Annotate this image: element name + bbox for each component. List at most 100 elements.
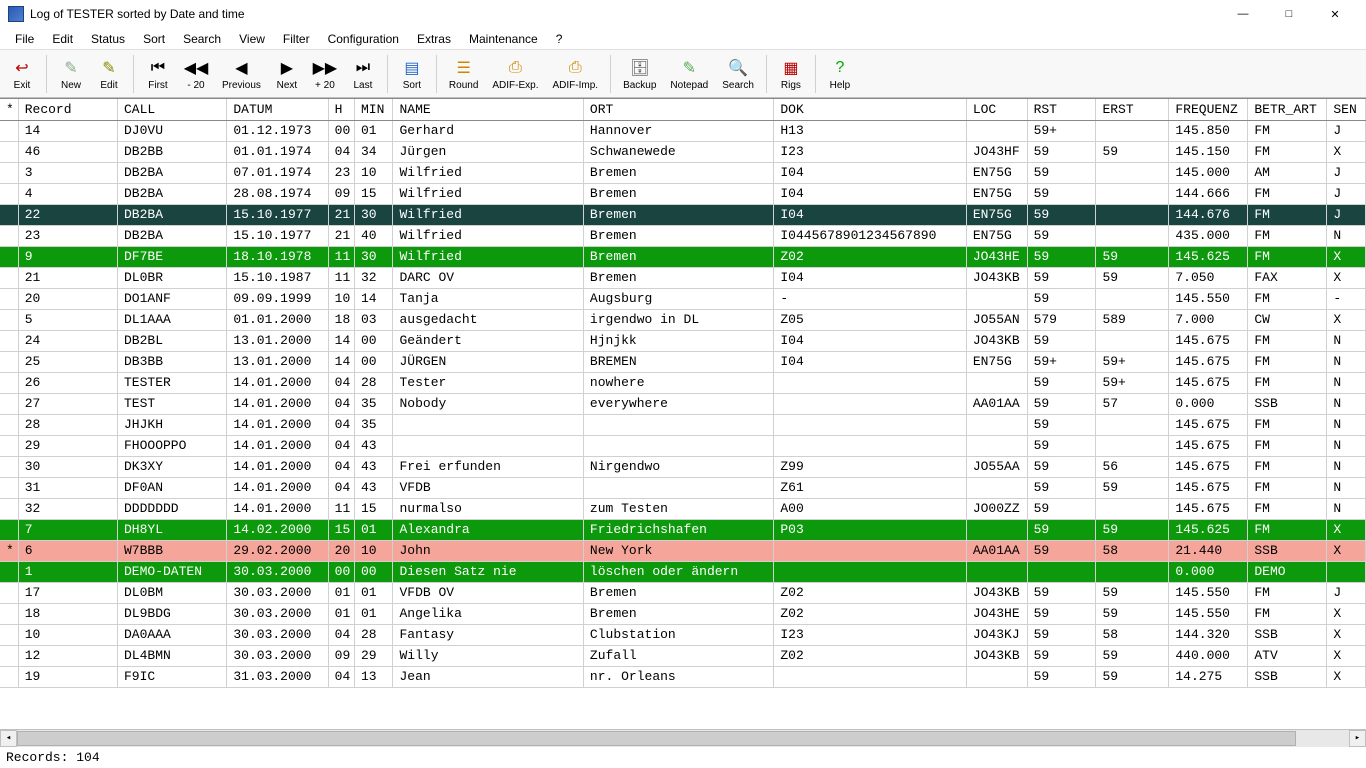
table-row[interactable]: 46DB2BB01.01.19740434JürgenSchwanewedeI2…	[0, 141, 1366, 162]
cell-loc	[966, 519, 1027, 540]
col-header-[interactable]: *	[0, 99, 18, 120]
menu-maintenance[interactable]: Maintenance	[460, 30, 547, 48]
col-header-h[interactable]: H	[328, 99, 354, 120]
toolbar-exit[interactable]: ↩Exit	[4, 54, 40, 93]
cell-min: 40	[355, 225, 393, 246]
table-row[interactable]: 10DA0AAA30.03.20000428FantasyClubstation…	[0, 624, 1366, 645]
horizontal-scrollbar[interactable]: ◂ ▸	[0, 729, 1366, 746]
data-grid[interactable]: *RecordCALLDATUMHMINNAMEORTDOKLOCRSTERST…	[0, 98, 1366, 729]
col-header-erst[interactable]: ERST	[1096, 99, 1169, 120]
table-row[interactable]: 21DL0BR15.10.19871132DARC OVBremenI04JO4…	[0, 267, 1366, 288]
col-header-record[interactable]: Record	[18, 99, 117, 120]
toolbar-first[interactable]: ⏮First	[140, 54, 176, 93]
col-header-sen[interactable]: SEN	[1327, 99, 1366, 120]
toolbar-edit[interactable]: ✎Edit	[91, 54, 127, 93]
menu-configuration[interactable]: Configuration	[319, 30, 408, 48]
col-header-min[interactable]: MIN	[355, 99, 393, 120]
menu-extras[interactable]: Extras	[408, 30, 460, 48]
col-header-frequenz[interactable]: FREQUENZ	[1169, 99, 1248, 120]
toolbar-backup[interactable]: 🗄Backup	[617, 54, 662, 93]
col-header-call[interactable]: CALL	[117, 99, 226, 120]
cell-min: 00	[355, 330, 393, 351]
table-row[interactable]: 28JHJKH14.01.2000043559145.675FMN	[0, 414, 1366, 435]
table-row[interactable]: 29FHOOOPPO14.01.2000044359145.675FMN	[0, 435, 1366, 456]
table-header-row[interactable]: *RecordCALLDATUMHMINNAMEORTDOKLOCRSTERST…	[0, 99, 1366, 120]
col-header-dok[interactable]: DOK	[774, 99, 966, 120]
table-row[interactable]: 7DH8YL14.02.20001501AlexandraFriedrichsh…	[0, 519, 1366, 540]
cell-freq: 145.625	[1169, 246, 1248, 267]
titlebar: Log of TESTER sorted by Date and time ― …	[0, 0, 1366, 28]
toolbar-20[interactable]: ◀◀- 20	[178, 54, 214, 93]
toolbar-last[interactable]: ⏭Last	[345, 54, 381, 93]
menu-view[interactable]: View	[230, 30, 274, 48]
toolbar-adifimp[interactable]: ⎙ADIF-Imp.	[547, 54, 605, 93]
table-row[interactable]: 5DL1AAA01.01.20001803ausgedachtirgendwo …	[0, 309, 1366, 330]
col-header-ort[interactable]: ORT	[583, 99, 773, 120]
table-row[interactable]: 25DB3BB13.01.20001400JÜRGENBREMENI04EN75…	[0, 351, 1366, 372]
table-row[interactable]: 4DB2BA28.08.19740915WilfriedBremenI04EN7…	[0, 183, 1366, 204]
table-row[interactable]: 18DL9BDG30.03.20000101AngelikaBremenZ02J…	[0, 603, 1366, 624]
cell-rst: 59	[1027, 267, 1096, 288]
toolbar-help[interactable]: ?Help	[822, 54, 858, 93]
toolbar-search[interactable]: 🔍Search	[716, 54, 760, 93]
toolbar-round[interactable]: ☰Round	[443, 54, 484, 93]
menu-file[interactable]: File	[6, 30, 43, 48]
toolbar-rigs[interactable]: ▦Rigs	[773, 54, 809, 93]
scroll-left-button[interactable]: ◂	[0, 730, 17, 747]
cell-m	[0, 414, 18, 435]
toolbar-20[interactable]: ▶▶+ 20	[307, 54, 343, 93]
table-row[interactable]: 14DJ0VU01.12.19730001GerhardHannoverH135…	[0, 120, 1366, 141]
menu-filter[interactable]: Filter	[274, 30, 319, 48]
toolbar-notepad[interactable]: ✎Notepad	[664, 54, 714, 93]
cell-betr: FAX	[1248, 267, 1327, 288]
col-header-betrart[interactable]: BETR_ART	[1248, 99, 1327, 120]
table-row[interactable]: 24DB2BL13.01.20001400GeändertHjnjkkI04JO…	[0, 330, 1366, 351]
menu-[interactable]: ?	[547, 30, 572, 48]
cell-rec: 3	[18, 162, 117, 183]
minimize-button[interactable]: ―	[1220, 0, 1266, 28]
toolbar-next[interactable]: ▶Next	[269, 54, 305, 93]
table-row[interactable]: 31DF0AN14.01.20000443VFDBZ615959145.675F…	[0, 477, 1366, 498]
col-header-rst[interactable]: RST	[1027, 99, 1096, 120]
cell-h: 04	[328, 624, 354, 645]
table-row[interactable]: 19F9IC31.03.20000413Jeannr. Orleans59591…	[0, 666, 1366, 687]
table-row[interactable]: 23DB2BA15.10.19772140WilfriedBremenI0445…	[0, 225, 1366, 246]
col-header-name[interactable]: NAME	[393, 99, 583, 120]
menu-status[interactable]: Status	[82, 30, 134, 48]
col-header-loc[interactable]: LOC	[966, 99, 1027, 120]
toolbar-new[interactable]: ✎New	[53, 54, 89, 93]
close-button[interactable]: ✕	[1312, 0, 1358, 28]
cell-ort: Bremen	[583, 582, 773, 603]
menu-search[interactable]: Search	[174, 30, 230, 48]
cell-m	[0, 288, 18, 309]
cell-dat: 28.08.1974	[227, 183, 328, 204]
col-header-datum[interactable]: DATUM	[227, 99, 328, 120]
table-row[interactable]: 26TESTER14.01.20000428Testernowhere5959+…	[0, 372, 1366, 393]
toolbar-previous[interactable]: ◀Previous	[216, 54, 267, 93]
table-row[interactable]: 9DF7BE18.10.19781130WilfriedBremenZ02JO4…	[0, 246, 1366, 267]
table-row[interactable]: 12DL4BMN30.03.20000929WillyZufallZ02JO43…	[0, 645, 1366, 666]
table-row[interactable]: *6W7BBB29.02.20002010JohnNew YorkAA01AA5…	[0, 540, 1366, 561]
table-row[interactable]: 22DB2BA15.10.19772130WilfriedBremenI04EN…	[0, 204, 1366, 225]
table-row[interactable]: 20DO1ANF09.09.19991014TanjaAugsburg-5914…	[0, 288, 1366, 309]
last-icon: ⏭	[351, 56, 375, 80]
scroll-right-button[interactable]: ▸	[1349, 730, 1366, 747]
toolbar-sort[interactable]: ▤Sort	[394, 54, 430, 93]
cell-m	[0, 267, 18, 288]
toolbar-adifexp[interactable]: ⎙ADIF-Exp.	[486, 54, 544, 93]
cell-m	[0, 204, 18, 225]
maximize-button[interactable]: □	[1266, 0, 1312, 28]
table-row[interactable]: 1DEMO-DATEN30.03.20000000Diesen Satz nie…	[0, 561, 1366, 582]
table-row[interactable]: 30DK3XY14.01.20000443Frei erfundenNirgen…	[0, 456, 1366, 477]
table-row[interactable]: 27TEST14.01.20000435NobodyeverywhereAA01…	[0, 393, 1366, 414]
toolbar-label: Next	[277, 80, 298, 91]
scroll-track[interactable]	[17, 730, 1349, 747]
table-row[interactable]: 17DL0BM30.03.20000101VFDB OVBremenZ02JO4…	[0, 582, 1366, 603]
table-row[interactable]: 3DB2BA07.01.19742310WilfriedBremenI04EN7…	[0, 162, 1366, 183]
cell-rec: 28	[18, 414, 117, 435]
table-row[interactable]: 32DDDDDDD14.01.20001115nurmalsozum Teste…	[0, 498, 1366, 519]
cell-rec: 5	[18, 309, 117, 330]
scroll-thumb[interactable]	[17, 731, 1296, 746]
menu-edit[interactable]: Edit	[43, 30, 82, 48]
menu-sort[interactable]: Sort	[134, 30, 174, 48]
